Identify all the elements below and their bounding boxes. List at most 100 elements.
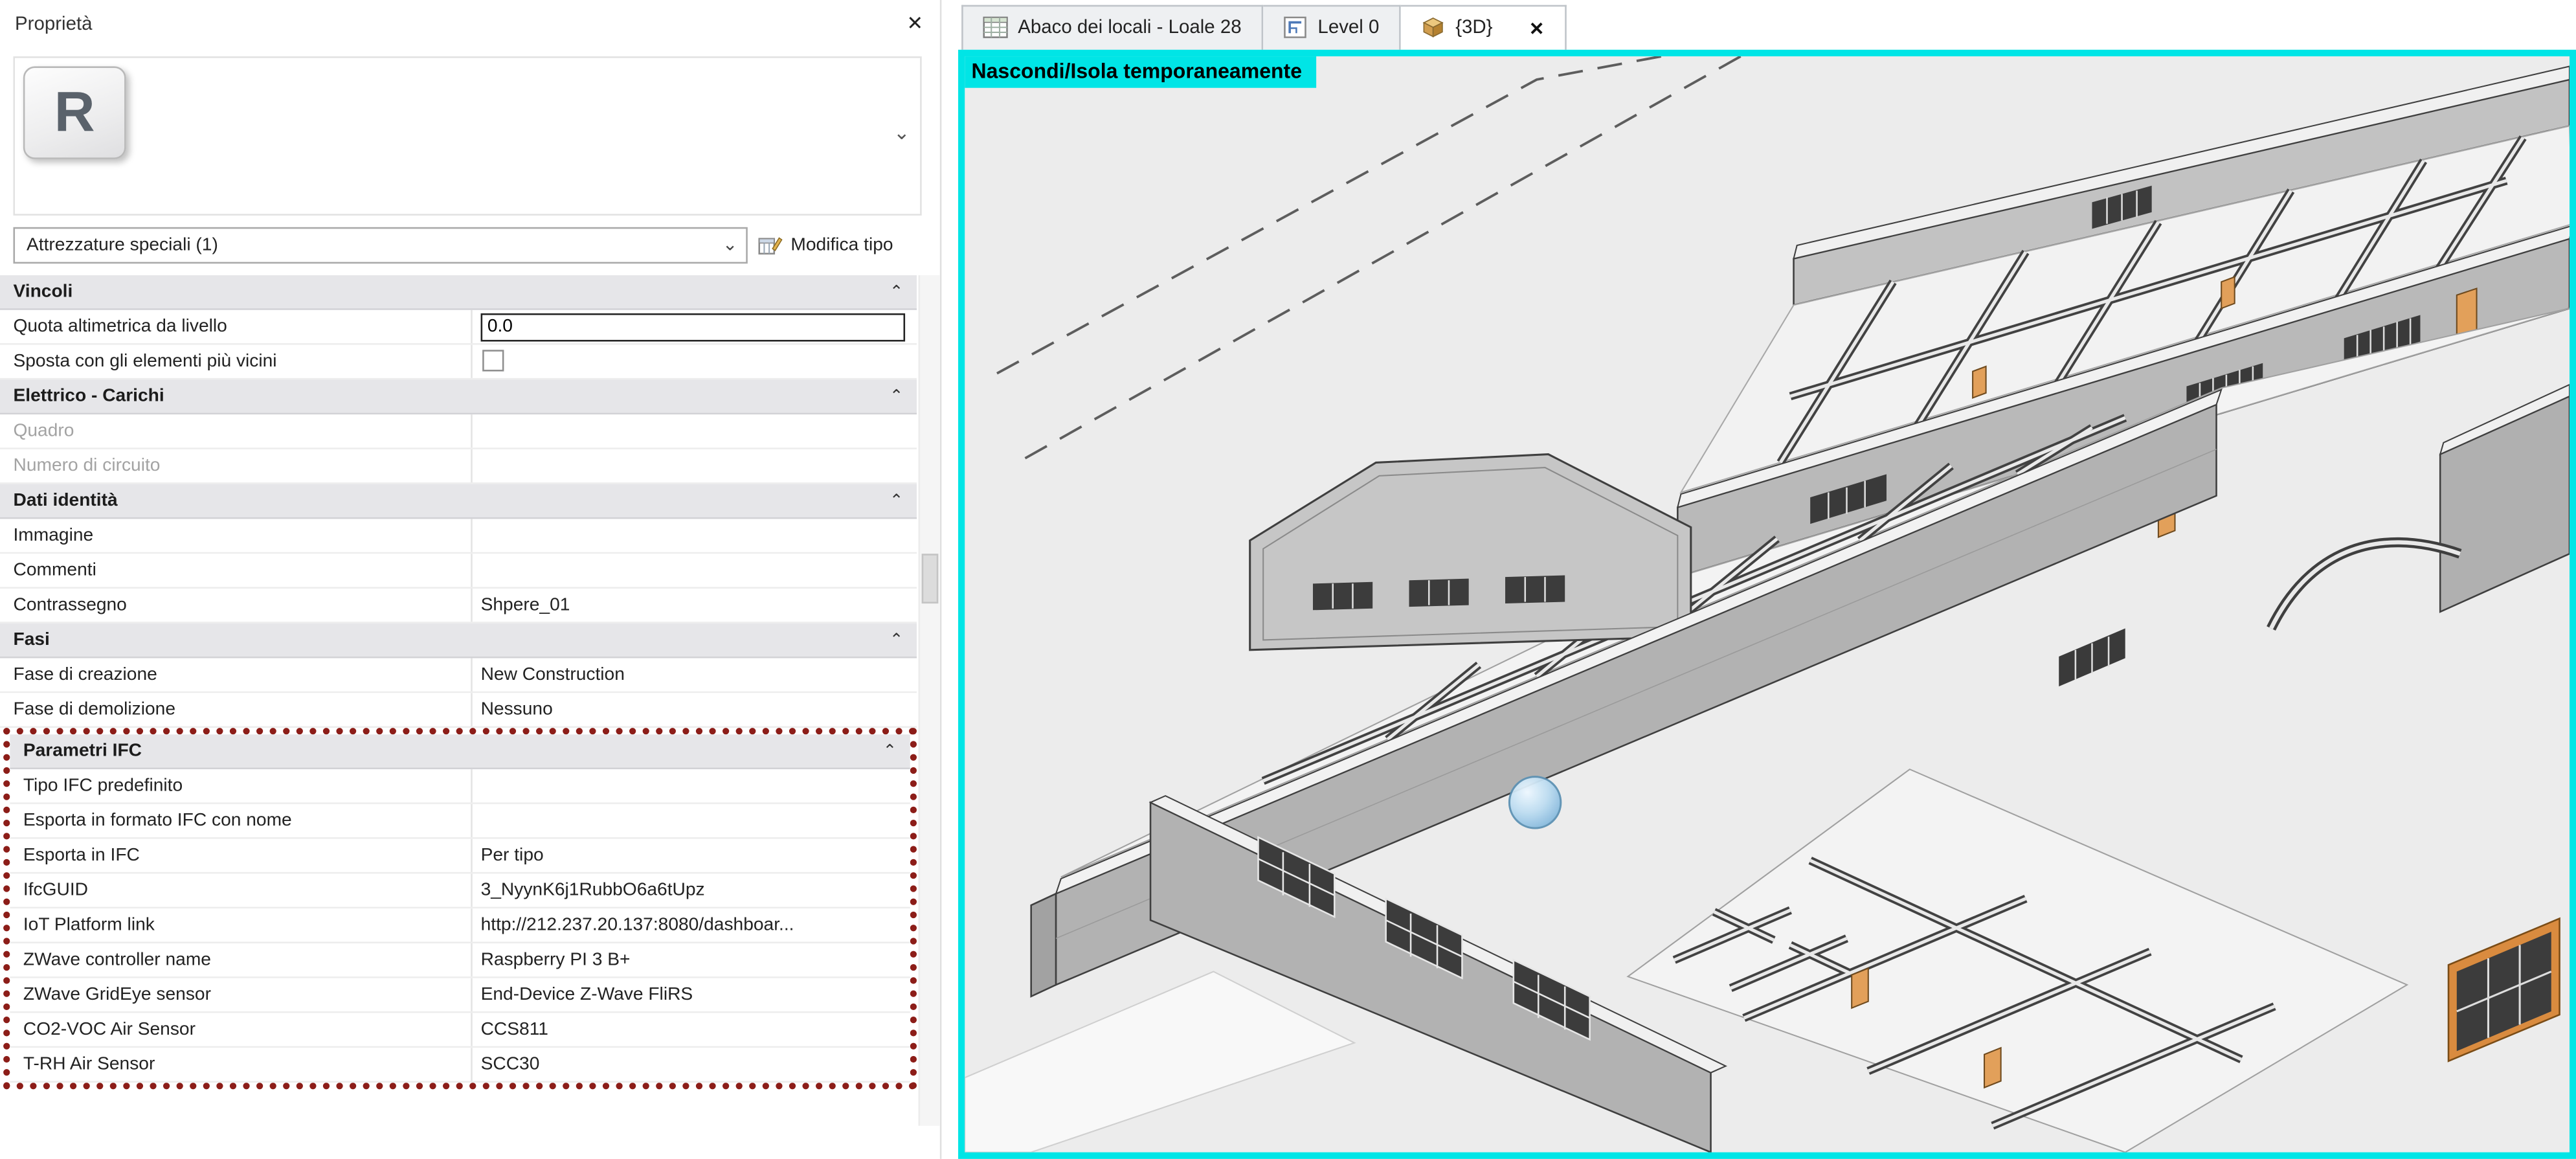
property-label: Esporta in formato IFC con nome: [10, 804, 472, 837]
property-value[interactable]: Per tipo: [473, 839, 910, 872]
property-row: IfcGUID 3_NyynK6j1RubbO6a6tUpz: [10, 873, 910, 908]
group-label: Vincoli: [13, 282, 73, 302]
property-row: Immagine: [0, 519, 917, 554]
chevron-down-icon: ⌄: [722, 229, 738, 262]
group-label: Parametri IFC: [23, 741, 142, 761]
property-grid: Vincoli ⌃ Quota altimetrica da livello S…: [0, 275, 917, 1089]
door: [1852, 968, 1868, 1007]
selected-sphere-element[interactable]: [1509, 777, 1560, 828]
property-label: Tipo IFC predefinito: [10, 769, 472, 802]
ifc-parameters-outline: Parametri IFC ⌃ Tipo IFC predefinito Esp…: [3, 728, 917, 1089]
sposta-elementi-checkbox[interactable]: [482, 350, 504, 371]
property-value: [473, 310, 917, 343]
property-value[interactable]: [473, 804, 910, 837]
revit-family-letter: R: [54, 80, 95, 145]
property-row: Sposta con gli elementi più vicini: [0, 345, 917, 380]
group-label: Fasi: [13, 630, 49, 650]
properties-panel: Proprietà ✕ R ⌄ Attrezzature speciali (1…: [0, 0, 941, 1159]
edit-type-icon: [757, 234, 782, 257]
tab-close-icon[interactable]: ✕: [1529, 17, 1545, 39]
property-label: Quota altimetrica da livello: [0, 310, 473, 343]
group-header-parametri-ifc[interactable]: Parametri IFC ⌃: [10, 734, 910, 769]
property-label: T-RH Air Sensor: [10, 1048, 472, 1081]
property-value: [473, 449, 917, 482]
property-value[interactable]: [473, 519, 917, 552]
property-label: IfcGUID: [10, 873, 472, 906]
3d-view-icon: [1420, 17, 1445, 40]
property-value[interactable]: Raspberry PI 3 B+: [473, 943, 910, 976]
group-header-elettrico[interactable]: Elettrico - Carichi ⌃: [0, 379, 917, 414]
property-row: T-RH Air Sensor SCC30: [10, 1048, 910, 1083]
collapse-icon[interactable]: ⌃: [883, 742, 897, 760]
property-label: ZWave controller name: [10, 943, 472, 976]
window-grille: [1409, 579, 1469, 607]
tab-level-0[interactable]: Level 0: [1263, 5, 1401, 50]
property-value[interactable]: 3_NyynK6j1RubbO6a6tUpz: [473, 873, 910, 906]
type-selector[interactable]: R ⌄: [13, 56, 921, 216]
group-header-dati-identita[interactable]: Dati identità ⌃: [0, 484, 917, 519]
property-value[interactable]: CCS811: [473, 1013, 910, 1046]
property-label: CO2-VOC Air Sensor: [10, 1013, 472, 1046]
revit-window: Proprietà ✕ R ⌄ Attrezzature speciali (1…: [0, 0, 2576, 1159]
property-row: Contrassegno Shpere_01: [0, 589, 917, 624]
property-value[interactable]: New Construction: [473, 658, 917, 692]
properties-scrollbar[interactable]: [919, 275, 940, 1126]
door: [1984, 1048, 2001, 1087]
property-value: [473, 414, 917, 447]
tab-abaco-dei-locali[interactable]: Abaco dei locali - Loale 28: [961, 5, 1263, 50]
property-label: Fase di demolizione: [0, 693, 473, 726]
property-label: Commenti: [0, 554, 473, 587]
window-grille: [1505, 576, 1565, 604]
properties-title: Proprietà: [15, 15, 93, 35]
property-row: Esporta in IFC Per tipo: [10, 839, 910, 874]
3d-model-canvas[interactable]: [965, 56, 2570, 1153]
scrollbar-thumb[interactable]: [922, 554, 939, 603]
schedule-icon: [983, 17, 1007, 40]
property-row: ZWave controller name Raspberry PI 3 B+: [10, 943, 910, 978]
door: [1973, 366, 1986, 398]
property-row: ZWave GridEye sensor End-Device Z-Wave F…: [10, 978, 910, 1013]
temporary-hide-isolate-label: Nascondi/Isola temporaneamente: [965, 56, 1317, 88]
collapse-icon[interactable]: ⌃: [890, 283, 903, 301]
edit-type-button[interactable]: Modifica tipo: [754, 227, 926, 264]
view-tab-bar: Abaco dei locali - Loale 28 Level 0: [961, 2, 1566, 50]
property-label: Esporta in IFC: [10, 839, 472, 872]
property-row: Esporta in formato IFC con nome: [10, 804, 910, 839]
property-row: Commenti: [0, 554, 917, 589]
property-value[interactable]: Nessuno: [473, 693, 917, 726]
tab-label: Level 0: [1317, 18, 1379, 38]
property-value[interactable]: SCC30: [473, 1048, 910, 1081]
group-label: Dati identità: [13, 491, 117, 511]
property-label: ZWave GridEye sensor: [10, 978, 472, 1011]
tab-label: Abaco dei locali - Loale 28: [1018, 18, 1241, 38]
collapse-icon[interactable]: ⌃: [890, 631, 903, 649]
property-row: Quadro: [0, 414, 917, 449]
property-value: [473, 345, 917, 378]
property-row: Numero di circuito: [0, 449, 917, 484]
property-label: Contrassegno: [0, 589, 473, 622]
window-grille: [1313, 582, 1372, 611]
property-label: Sposta con gli elementi più vicini: [0, 345, 473, 378]
group-header-vincoli[interactable]: Vincoli ⌃: [0, 275, 917, 310]
property-value[interactable]: [473, 769, 910, 802]
property-value[interactable]: http://212.237.20.137:8080/dashboar...: [473, 908, 910, 941]
collapse-icon[interactable]: ⌃: [890, 491, 903, 510]
element-selector-combo[interactable]: Attrezzature speciali (1) ⌄: [13, 227, 747, 264]
property-value[interactable]: End-Device Z-Wave FliRS: [473, 978, 910, 1011]
property-label: Fase di creazione: [0, 658, 473, 692]
property-label: Numero di circuito: [0, 449, 473, 482]
property-label: Quadro: [0, 414, 473, 447]
family-thumbnail: R: [23, 66, 126, 159]
tab-label: {3D}: [1455, 18, 1492, 38]
property-value[interactable]: [473, 554, 917, 587]
tab-3d-view[interactable]: {3D} ✕: [1401, 5, 1566, 50]
property-value[interactable]: Shpere_01: [473, 589, 917, 622]
group-header-fasi[interactable]: Fasi ⌃: [0, 624, 917, 658]
collapse-icon[interactable]: ⌃: [890, 387, 903, 405]
property-row: IoT Platform link http://212.237.20.137:…: [10, 908, 910, 943]
property-row: CO2-VOC Air Sensor CCS811: [10, 1013, 910, 1048]
3d-viewport[interactable]: Nascondi/Isola temporaneamente: [958, 50, 2576, 1159]
chevron-down-icon[interactable]: ⌄: [893, 121, 910, 144]
close-icon[interactable]: ✕: [906, 12, 923, 35]
quota-altimetrica-input[interactable]: [481, 313, 906, 341]
